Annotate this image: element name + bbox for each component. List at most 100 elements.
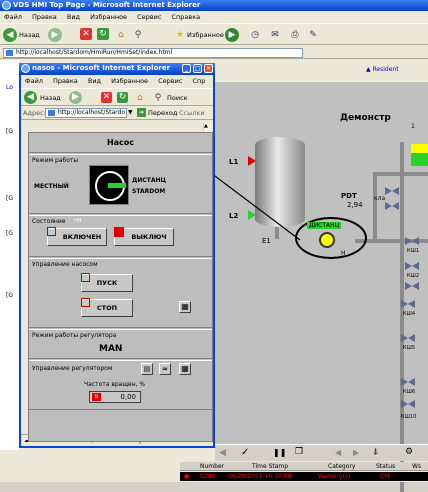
freq-stepper-icon[interactable]: ⇅ <box>92 393 101 401</box>
menu-help[interactable]: Справка <box>172 13 201 21</box>
valve-ksh4[interactable] <box>401 300 415 308</box>
alarm-filter-icon[interactable]: ⍋ <box>373 447 378 457</box>
popup-go-button[interactable]: Переход <box>148 109 177 117</box>
menu-file[interactable]: Файл <box>4 13 22 21</box>
valve-ksh5[interactable] <box>401 334 415 342</box>
resident-link[interactable]: ▲ Resident <box>366 66 399 73</box>
reg-param-icon[interactable]: ▤ <box>141 363 153 375</box>
search-icon[interactable]: ⚲ <box>131 28 145 42</box>
reg-trend-icon[interactable]: ≈ <box>159 363 171 375</box>
valve-ksh10-label: КШ10 <box>401 414 417 420</box>
popup-back-icon[interactable]: ◀ <box>24 91 37 104</box>
media-icon[interactable]: ▶ <box>225 28 239 42</box>
level-l1-indicator <box>248 156 256 166</box>
popup-menu-help[interactable]: Спр <box>193 77 206 85</box>
back-button[interactable]: Назад <box>19 31 40 39</box>
close-button[interactable]: ✕ <box>204 64 213 73</box>
valve-kla[interactable] <box>385 187 399 195</box>
popup-links-button[interactable]: Ссылки <box>179 109 205 117</box>
popup-home-icon[interactable]: ⌂ <box>133 91 147 105</box>
menu-view[interactable]: Вид <box>67 13 80 21</box>
edit-icon[interactable]: ✎ <box>306 28 320 42</box>
popup-go-icon[interactable]: ➔ <box>137 108 146 117</box>
valve-ksh4-label: КШ4 <box>403 311 416 317</box>
state-off-lamp <box>114 227 124 237</box>
alarm-pause-icon[interactable]: ❚❚ <box>273 448 286 457</box>
tank-e1[interactable] <box>255 137 305 227</box>
alarm-settings-icon[interactable]: ⚙ <box>405 447 413 457</box>
reg-grid-icon[interactable]: ▦ <box>179 363 191 375</box>
popup-menu-tools[interactable]: Сервис <box>158 77 182 85</box>
popup-stop-icon[interactable]: ✕ <box>101 92 112 103</box>
forward-arrow-icon[interactable]: ▶ <box>48 28 62 42</box>
page-icon <box>48 110 55 116</box>
alarm-scroll-left-icon[interactable]: ◀ <box>219 448 226 458</box>
col-timestamp: Time Stamp <box>252 463 289 470</box>
main-address-field[interactable]: http://localhost/Stardom/HmiRun/HmiSet/i… <box>3 48 303 58</box>
popup-address-field[interactable]: http://localhost/Stardo <box>45 108 127 118</box>
popup-menu-favorites[interactable]: Избранное <box>111 77 148 85</box>
mode-section: Режим работы МЕСТНЫЙ ДИСТАНЦ STARDOM <box>29 154 212 214</box>
alarm-number: 0286 <box>200 473 216 480</box>
alarm-copy-icon[interactable]: ❐ <box>295 447 303 457</box>
valve-ksh2[interactable] <box>405 262 419 270</box>
popup-menu-view[interactable]: Вид <box>88 77 101 85</box>
popup-search-icon[interactable]: ⚲ <box>151 91 165 105</box>
main-address-bar: http://localhost/Stardom/HmiRun/HmiSet/i… <box>0 47 428 59</box>
home-icon[interactable]: ⌂ <box>114 28 128 42</box>
popup-forward-icon[interactable]: ▶ <box>69 91 82 104</box>
freq-display[interactable]: ⇅ 0,00 <box>89 391 141 403</box>
stop-icon[interactable]: ✕ <box>80 28 92 40</box>
menu-edit[interactable]: Правка <box>32 13 57 21</box>
valve-ksh10[interactable] <box>401 400 415 408</box>
start-lamp <box>81 273 90 282</box>
history-icon[interactable]: ◷ <box>248 28 262 42</box>
favorites-button[interactable]: Избранное <box>187 31 224 39</box>
valve-ksh6[interactable] <box>401 378 415 386</box>
control-grid-icon[interactable]: ▦ <box>179 301 191 313</box>
popup-menu-edit[interactable]: Правка <box>53 77 78 85</box>
menu-tools[interactable]: Сервис <box>137 13 161 21</box>
alarm-ack-icon[interactable]: ✓ <box>241 447 249 458</box>
scada-title: Демонстр <box>340 113 391 123</box>
pump-body[interactable] <box>319 232 335 248</box>
popup-address-dropdown-icon[interactable]: ▼ <box>128 109 133 116</box>
mode-selector-switch[interactable] <box>89 165 129 205</box>
side-group: [G <box>6 195 13 202</box>
pdt-value: 2,94 <box>347 201 363 209</box>
state-tag: НН <box>74 218 82 224</box>
minimize-button[interactable]: _ <box>182 64 191 73</box>
valve-ksh5-label: КШ5 <box>403 345 416 351</box>
ie-icon <box>2 1 11 10</box>
alarm-grid: Number Time Stamp Category Status Ws ● 0… <box>180 462 428 482</box>
reg-control-title: Управление регулятором <box>32 365 113 372</box>
scada-mimic: Демонстр E1 L1 L2 ДИСТАНЦ Н PDT 2,94 кла… <box>215 82 428 492</box>
mail-icon[interactable]: ✉ <box>268 28 282 42</box>
col-ws: Ws <box>412 463 422 470</box>
valve-ksh3[interactable] <box>405 282 419 290</box>
valve-ksh1[interactable] <box>405 237 419 245</box>
pdt-label: PDT <box>341 192 357 200</box>
alarm-status: ON <box>380 473 390 480</box>
menu-favorites[interactable]: Избранное <box>90 13 127 21</box>
refresh-icon[interactable]: ↻ <box>97 28 109 40</box>
print-icon[interactable]: ⎙ <box>288 28 302 42</box>
valve-ksh2-label: КШ2 <box>407 273 420 279</box>
favorites-star-icon[interactable]: ★ <box>173 28 187 42</box>
maximize-button[interactable]: □ <box>193 64 202 73</box>
alarm-nav-left-icon[interactable]: ◀ <box>335 448 341 457</box>
scroll-up-icon[interactable]: ▲ <box>204 123 208 129</box>
alarm-row[interactable]: ● 0286 06/20/2011 16:10:08 Warning(s) ON <box>180 472 428 481</box>
pump-state-label: Н <box>341 250 346 257</box>
popup-search-button[interactable]: Поиск <box>167 94 188 102</box>
popup-menu-file[interactable]: Файл <box>25 77 43 85</box>
side-link[interactable]: Lo <box>6 84 13 91</box>
alarm-nav-right-icon[interactable]: ▶ <box>353 448 359 457</box>
reg-mode-section: Режим работы регулятора MAN <box>29 329 212 359</box>
valve-top[interactable] <box>385 202 399 210</box>
popup-refresh-icon[interactable]: ↻ <box>117 92 128 103</box>
back-arrow-icon[interactable]: ◀ <box>3 28 17 42</box>
alarm-toolbar: ◀ ✓ ❚❚ ❐ ◀ ▶ ⍋ ⚙ <box>215 444 428 461</box>
popup-back-button[interactable]: Назад <box>40 94 61 102</box>
pipe <box>275 227 279 239</box>
